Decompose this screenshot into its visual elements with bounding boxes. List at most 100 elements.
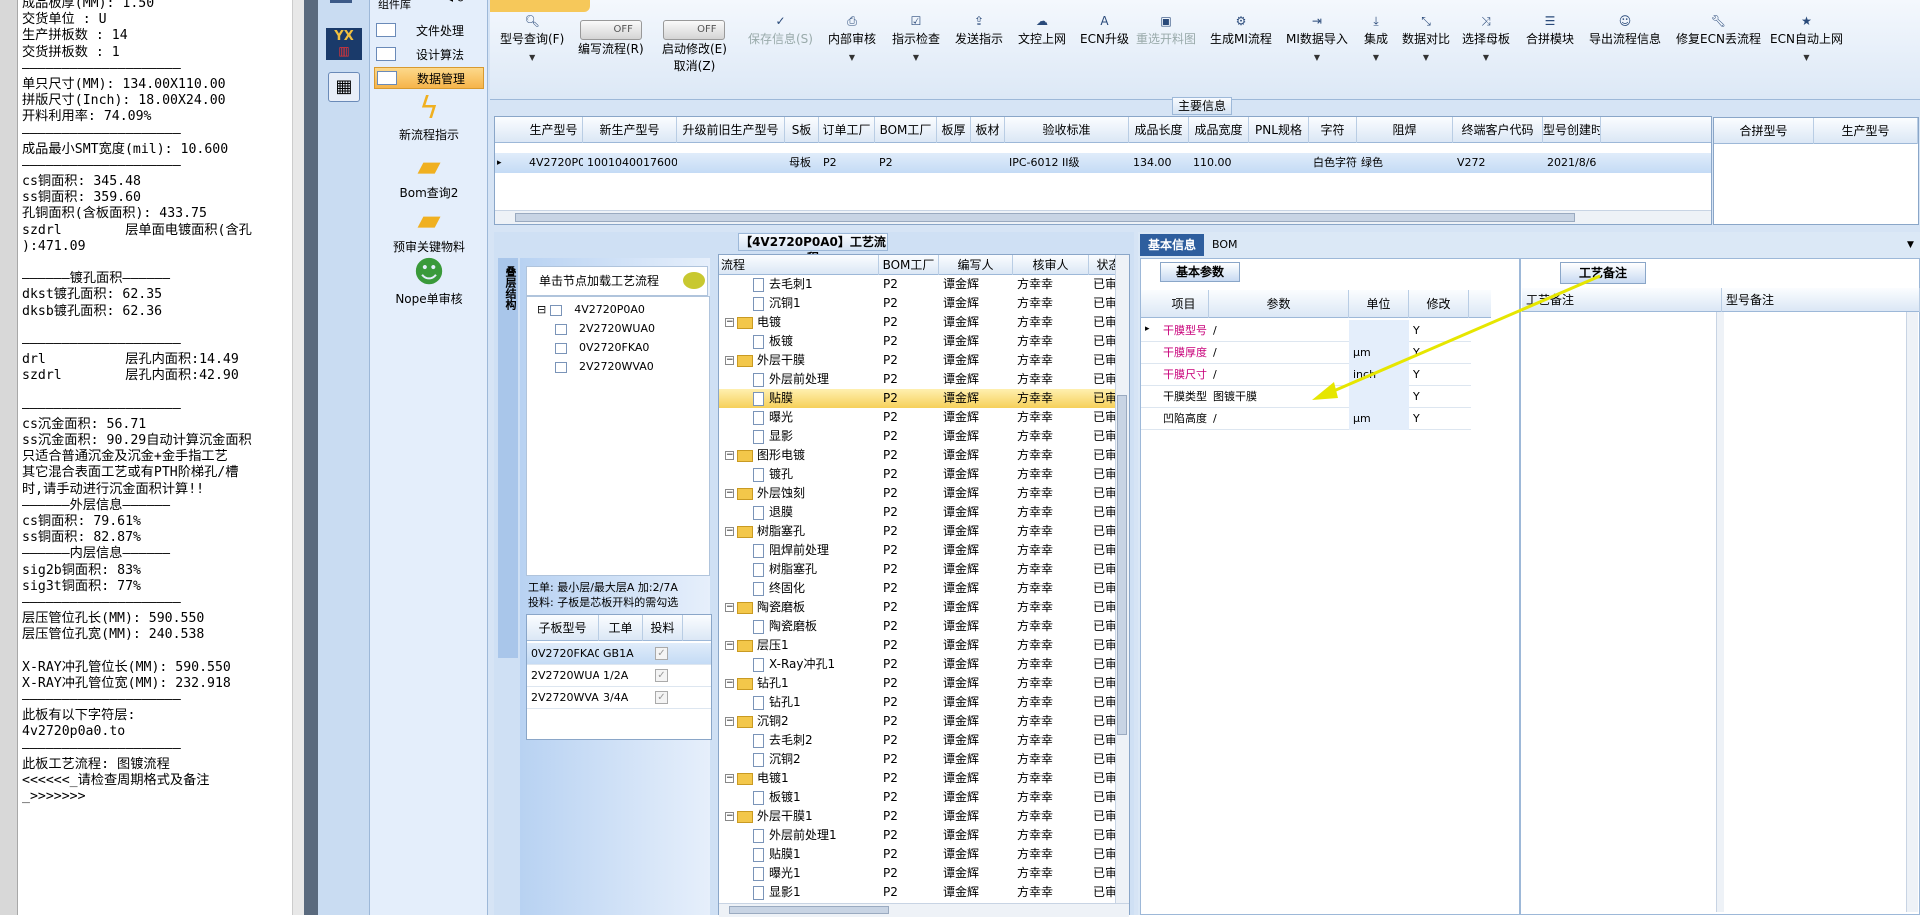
flow-node[interactable]: − 电镀 — [725, 313, 875, 332]
flow-node[interactable]: − 层压1 — [725, 636, 875, 655]
internal-review-button[interactable]: ⎙ 内部审核 ▼ — [828, 14, 876, 62]
flow-row[interactable]: − 电镀 P2 谭金辉 方幸幸 已审 — [719, 313, 1115, 332]
param-row[interactable]: 凹陷高度 / μm Y — [1141, 408, 1471, 430]
flow-node[interactable]: − 陶瓷磨板 — [725, 598, 875, 617]
collapse-icon[interactable]: − — [725, 679, 734, 688]
column-header[interactable]: 验收标准 — [1005, 117, 1129, 143]
app-logo[interactable]: YX ▥ — [326, 28, 362, 60]
flow-node[interactable]: 树脂塞孔 — [753, 560, 903, 579]
collapse-icon[interactable]: − — [725, 774, 734, 783]
column-header[interactable]: 生产型号 — [525, 117, 583, 143]
ecn-auto-upload-button[interactable]: ★ ECN自动上网 ▼ — [1770, 14, 1843, 62]
nav-collapse-icon[interactable]: ◂ ↻ — [448, 0, 465, 5]
collapse-icon[interactable]: − — [725, 527, 734, 536]
flow-row[interactable]: 镀孔 P2 谭金辉 方幸幸 已审 — [719, 465, 1115, 484]
flow-node[interactable]: − 外层干膜 — [725, 351, 875, 370]
flow-row[interactable]: 曝光1 P2 谭金辉 方幸幸 已审 — [719, 864, 1115, 883]
table-cell[interactable]: 110.00 — [1189, 153, 1249, 173]
panel-dropdown-icon[interactable]: ▼ — [1907, 240, 1914, 250]
column-header[interactable]: 编写人 — [939, 255, 1013, 275]
flow-row[interactable]: 外层前处理 P2 谭金辉 方幸幸 已审 — [719, 370, 1115, 389]
flow-row[interactable]: − 外层干膜 P2 谭金辉 方幸幸 已审 — [719, 351, 1115, 370]
collapse-icon[interactable]: − — [725, 641, 734, 650]
tool-new-flow[interactable]: ϟ 新流程指示 — [376, 92, 482, 143]
param-cell[interactable]: / — [1209, 408, 1349, 430]
flow-node[interactable]: X-Ray冲孔1 — [753, 655, 903, 674]
flow-node[interactable]: − 沉铜2 — [725, 712, 875, 731]
column-header[interactable]: 型号创建时 — [1543, 117, 1601, 143]
column-header[interactable]: 终端客户代码 — [1453, 117, 1543, 143]
tab-basic-params[interactable]: 基本参数 — [1160, 262, 1240, 282]
tree-node[interactable]: ⊟ 4V2720P0A0 — [537, 303, 645, 316]
merge-module-button[interactable]: ☰ 合拼模块 — [1526, 14, 1574, 47]
column-header[interactable]: 流程 — [719, 255, 879, 275]
select-motherboard-button[interactable]: ⤨ 选择母板 ▼ — [1462, 14, 1510, 62]
flow-row[interactable]: 树脂塞孔 P2 谭金辉 方幸幸 已审 — [719, 560, 1115, 579]
table-cell[interactable]: 绿色 — [1357, 153, 1453, 173]
flow-row[interactable]: 终固化 P2 谭金辉 方幸幸 已审 — [719, 579, 1115, 598]
tab-basic-info[interactable]: 基本信息 — [1140, 234, 1204, 256]
table-cell[interactable]: 2021/8/6 — [1543, 153, 1601, 173]
flow-node[interactable]: 显影1 — [753, 883, 903, 902]
collapse-icon[interactable]: − — [725, 356, 734, 365]
table-row[interactable]: 0V2720FKA0 GB1A ✓ — [527, 643, 711, 665]
flow-row[interactable]: 阻焊前处理 P2 谭金辉 方幸幸 已审 — [719, 541, 1115, 560]
collapse-icon[interactable]: − — [725, 717, 734, 726]
column-header[interactable]: 生产型号 — [1814, 118, 1918, 144]
column-header[interactable]: 新生产型号 — [583, 117, 677, 143]
column-header[interactable]: BOM工厂 — [879, 255, 939, 275]
flow-row[interactable]: 钻孔1 P2 谭金辉 方幸幸 已审 — [719, 693, 1115, 712]
flow-node[interactable]: 沉铜1 — [753, 294, 903, 313]
column-header[interactable]: 阻焊 — [1357, 117, 1453, 143]
table-cell[interactable]: 4V2720P0A0 — [525, 153, 583, 173]
save-info-button[interactable]: ✓ 保存信息(S) — [748, 14, 813, 47]
table-cell[interactable]: P2 — [875, 153, 937, 173]
flow-node[interactable]: 钻孔1 — [753, 693, 903, 712]
model-query-button[interactable]: 🔍︎ 型号查询(F) ▼ — [500, 14, 564, 62]
column-header[interactable]: 投料 — [643, 615, 683, 641]
flow-node[interactable]: 去毛刺2 — [753, 731, 903, 750]
flow-node[interactable]: 镀孔 — [753, 465, 903, 484]
table-cell[interactable] — [677, 153, 785, 173]
generate-mi-flow-button[interactable]: ⚙ 生成MI流程 — [1210, 14, 1272, 47]
column-header[interactable]: 子板型号 — [527, 615, 599, 641]
calculator-icon[interactable]: ▦ — [328, 72, 360, 102]
feed-checkbox[interactable]: ✓ — [655, 691, 668, 704]
column-header[interactable]: S板 — [785, 117, 819, 143]
export-flow-button[interactable]: ☺ 导出流程信息 — [1589, 14, 1661, 47]
flow-row[interactable]: 曝光 P2 谭金辉 方幸幸 已审 — [719, 408, 1115, 427]
column-header[interactable]: BOM工厂 — [875, 117, 937, 143]
flow-vscroll[interactable] — [1115, 255, 1129, 903]
flow-node[interactable]: 外层前处理1 — [753, 826, 903, 845]
integrate-button[interactable]: ⤓ 集成 ▼ — [1364, 14, 1388, 62]
tool-nope-review[interactable]: ☻ Nope单审核 — [376, 256, 482, 307]
ecn-upgrade-button[interactable]: A ECN升级 — [1080, 14, 1129, 47]
flow-row[interactable]: − 外层干膜1 P2 谭金辉 方幸幸 已审 — [719, 807, 1115, 826]
nav-item-data[interactable]: 数据管理 — [374, 67, 484, 89]
flow-row[interactable]: 贴膜1 P2 谭金辉 方幸幸 已审 — [719, 845, 1115, 864]
table-row[interactable]: 4V2720P0A010010400176002母板P2P2IPC-6012 I… — [495, 153, 1711, 173]
flow-node[interactable]: − 外层蚀刻 — [725, 484, 875, 503]
flow-row[interactable]: 显影1 P2 谭金辉 方幸幸 已审 — [719, 883, 1115, 902]
flow-node[interactable]: 沉铜2 — [753, 750, 903, 769]
flow-node[interactable]: 曝光1 — [753, 864, 903, 883]
start-modify-toggle[interactable]: OFF 启动修改(E) 取消(Z) — [662, 20, 727, 74]
column-header[interactable]: 工单 — [599, 615, 643, 641]
flow-row[interactable]: 外层前处理1 P2 谭金辉 方幸幸 已审 — [719, 826, 1115, 845]
toggle-switch[interactable]: OFF — [663, 20, 726, 40]
flow-row[interactable]: − 树脂塞孔 P2 谭金辉 方幸幸 已审 — [719, 522, 1115, 541]
flow-row[interactable]: 陶瓷磨板 P2 谭金辉 方幸幸 已审 — [719, 617, 1115, 636]
table-row[interactable]: 2V2720WUA0 1/2A ✓ — [527, 665, 711, 687]
flow-node[interactable]: 终固化 — [753, 579, 903, 598]
table-row[interactable]: 2V2720WVA0 3/4A ✓ — [527, 687, 711, 709]
flow-node[interactable]: − 树脂塞孔 — [725, 522, 875, 541]
stackup-side-tab[interactable]: 叠层结构 — [498, 258, 518, 658]
flow-node[interactable]: 退膜 — [753, 503, 903, 522]
flow-row[interactable]: 板镀 P2 谭金辉 方幸幸 已审 — [719, 332, 1115, 351]
collapse-icon[interactable]: − — [725, 812, 734, 821]
flow-row[interactable]: 显影 P2 谭金辉 方幸幸 已审 — [719, 427, 1115, 446]
flow-row[interactable]: 去毛刺1 P2 谭金辉 方幸幸 已审 — [719, 275, 1115, 294]
flow-node[interactable]: − 外层干膜1 — [725, 807, 875, 826]
nav-item-design[interactable]: 设计算法 — [374, 43, 484, 65]
flow-node[interactable]: − 电镀1 — [725, 769, 875, 788]
